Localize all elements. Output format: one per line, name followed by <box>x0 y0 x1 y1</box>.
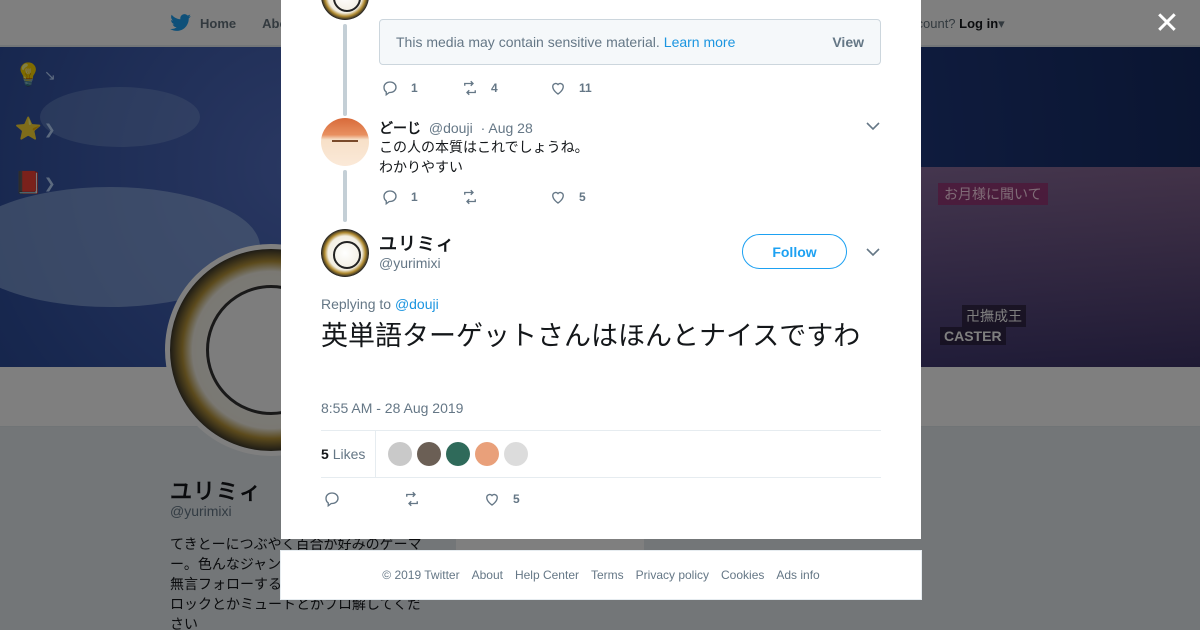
liker-avatar[interactable] <box>446 442 470 466</box>
likes-label: Likes <box>332 446 366 462</box>
display-name[interactable]: どーじ <box>379 120 421 136</box>
modal-footer: © 2019 Twitter About Help Center Terms P… <box>280 550 922 600</box>
footer-link-about[interactable]: About <box>472 568 503 582</box>
follow-button[interactable]: Follow <box>742 234 847 269</box>
chevron-down-icon[interactable] <box>866 121 880 131</box>
avatar[interactable] <box>321 0 369 20</box>
tweet-date[interactable]: · Aug 28 <box>481 120 533 136</box>
reply-count: 1 <box>411 81 418 95</box>
footer-link-terms[interactable]: Terms <box>591 568 624 582</box>
like-button[interactable]: 11 <box>549 79 592 97</box>
reply-icon <box>325 492 339 508</box>
tweet-timestamp[interactable]: 8:55 AM - 28 Aug 2019 <box>321 400 463 416</box>
display-name[interactable]: ユリミィ <box>379 230 455 256</box>
like-button[interactable]: 5 <box>483 490 520 508</box>
avatar[interactable] <box>321 229 369 277</box>
thread-connector <box>343 24 347 116</box>
close-icon[interactable]: ✕ <box>1154 9 1180 39</box>
reply-icon <box>383 81 397 97</box>
reply-button[interactable]: 1 <box>381 79 461 97</box>
retweet-button[interactable] <box>461 188 549 206</box>
heart-icon <box>552 82 564 95</box>
retweet-button[interactable]: 4 <box>461 79 549 97</box>
heart-icon <box>486 493 498 506</box>
tweet-text: この人の本質はこれでしょうね。 わかりやすい <box>379 137 589 177</box>
footer-link-privacy[interactable]: Privacy policy <box>636 568 709 582</box>
retweet-icon <box>406 491 418 507</box>
reply-icon <box>383 190 397 206</box>
tweet-header: どーじ @douji · Aug 28 <box>379 118 533 138</box>
liker-avatar[interactable] <box>504 442 528 466</box>
like-count: 5 <box>579 190 586 204</box>
tweet-text-line: わかりやすい <box>379 159 463 175</box>
user-handle[interactable]: @douji <box>429 120 473 136</box>
avatar[interactable] <box>321 118 369 166</box>
learn-more-link[interactable]: Learn more <box>664 34 736 50</box>
user-handle[interactable]: @yurimixi <box>379 255 441 271</box>
tweet-actions: 1 5 <box>381 188 586 206</box>
reply-count: 1 <box>411 190 418 204</box>
like-button[interactable]: 5 <box>549 188 586 206</box>
sensitive-media-notice: This media may contain sensitive materia… <box>379 19 881 65</box>
view-button[interactable]: View <box>832 34 864 50</box>
like-count: 11 <box>579 81 592 95</box>
likes-stat[interactable]: 5 Likes <box>321 446 365 462</box>
tweet-stats: 5 Likes <box>321 430 881 478</box>
tweet-text-line: この人の本質はこれでしょうね。 <box>379 139 589 155</box>
tweet-actions: 5 <box>323 490 520 508</box>
liker-avatar[interactable] <box>475 442 499 466</box>
footer-link-ads[interactable]: Ads info <box>776 568 819 582</box>
heart-icon <box>552 191 564 204</box>
retweet-icon <box>464 80 476 96</box>
footer-link-cookies[interactable]: Cookies <box>721 568 764 582</box>
retweet-count: 4 <box>491 81 498 95</box>
retweet-button[interactable] <box>403 490 483 508</box>
footer-copyright: © 2019 Twitter <box>382 568 460 582</box>
like-count: 5 <box>513 492 520 506</box>
replying-to-link[interactable]: @douji <box>395 296 439 312</box>
replying-to: Replying to @douji <box>321 296 439 312</box>
liker-avatar[interactable] <box>388 442 412 466</box>
likes-count: 5 <box>321 446 329 462</box>
thread-connector <box>343 170 347 222</box>
liker-avatar[interactable] <box>417 442 441 466</box>
divider <box>375 431 376 477</box>
tweet-text: 英単語ターゲットさんはほんとナイスですわ <box>321 321 861 351</box>
tweet-permalink-modal: This media may contain sensitive materia… <box>281 0 921 539</box>
footer-link-help[interactable]: Help Center <box>515 568 579 582</box>
reply-button[interactable] <box>323 490 403 508</box>
sensitive-media-text: This media may contain sensitive materia… <box>396 34 660 50</box>
tweet-actions: 1 4 11 <box>381 79 592 97</box>
reply-button[interactable]: 1 <box>381 188 461 206</box>
chevron-down-icon[interactable] <box>866 247 880 257</box>
retweet-icon <box>464 189 476 205</box>
replying-prefix: Replying to <box>321 296 392 312</box>
